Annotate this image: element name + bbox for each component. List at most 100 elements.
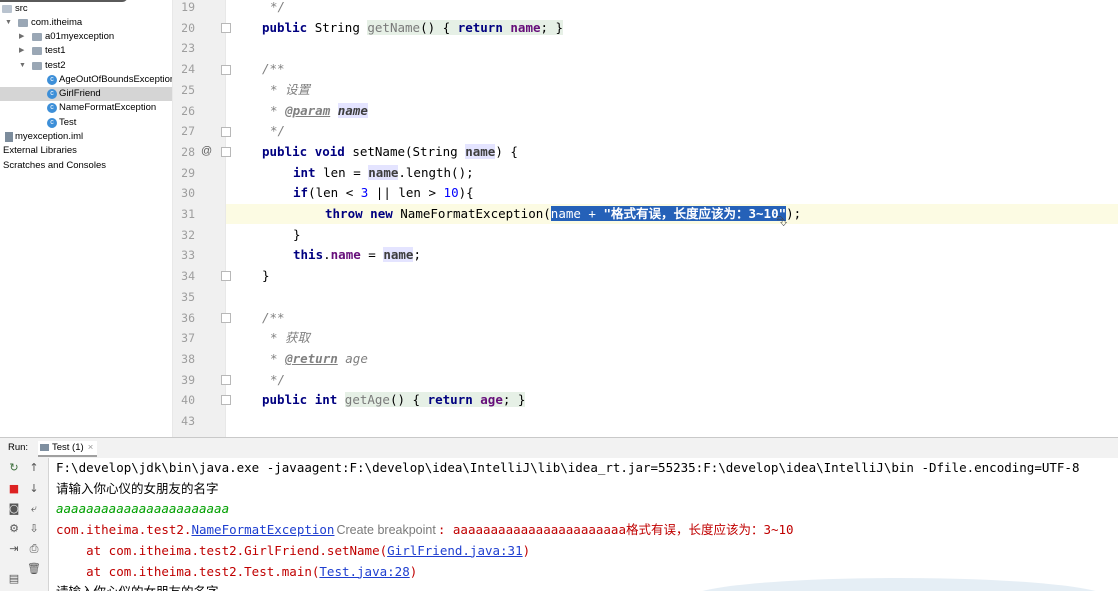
scroll-up-icon[interactable]: ↑ (27, 461, 41, 475)
stop-icon[interactable]: ■ (7, 482, 21, 496)
chevron-right-icon[interactable]: ▶ (19, 44, 24, 58)
tree-item-external-libraries[interactable]: External Libraries (0, 144, 172, 158)
keyword: int (314, 392, 338, 408)
tree-item-a01myexception[interactable]: ▶ a01myexception (0, 30, 172, 44)
javadoc-param: name (337, 102, 368, 118)
console-output[interactable]: F:\develop\jdk\bin\java.exe -javaagent:F… (49, 458, 1118, 591)
code-line-29: int len = name.length(); (293, 163, 474, 184)
print-icon[interactable]: ⎙ (27, 542, 41, 556)
fold-toggle-icon[interactable] (221, 313, 231, 323)
exception-message: : aaaaaaaaaaaaaaaaaaaaaaa格式有误，长度应该为：3~10 (437, 522, 794, 538)
console-user-input: aaaaaaaaaaaaaaaaaaaaaaa (56, 501, 230, 517)
keyword: new (370, 206, 393, 221)
tree-item-girlfriend[interactable]: c GirlFriend (0, 87, 172, 101)
exit-icon[interactable]: ⇥ (7, 542, 21, 556)
exception-class-link[interactable]: NameFormatException (191, 522, 334, 537)
code-line-25: * 设置 (270, 80, 310, 101)
fold-toggle-icon[interactable] (221, 65, 231, 75)
rerun-icon[interactable]: ↻ (7, 461, 21, 475)
code-punct: ; } (540, 19, 564, 35)
run-tab-test[interactable]: Test (1) × (38, 441, 98, 457)
line-number: 40 (181, 393, 195, 408)
code-text: ){ (458, 185, 474, 201)
fold-toggle-icon[interactable] (221, 127, 231, 137)
tree-item-scratches[interactable]: Scratches and Consoles (0, 159, 172, 173)
console-command-line: F:\develop\jdk\bin\java.exe -javaagent:F… (56, 460, 1080, 475)
field-name: name (330, 247, 361, 263)
code-punct: ; (413, 247, 421, 263)
scroll-down-icon[interactable]: ↓ (27, 482, 41, 496)
code-line-34: } (262, 266, 270, 287)
source-link[interactable]: Test.java:28 (319, 564, 409, 579)
code-text: len = (315, 164, 369, 180)
code-editor[interactable]: 19 20 23 24 25 26 27 28 29 30 31 32 33 3… (173, 0, 1118, 437)
fold-toggle-icon[interactable] (221, 23, 231, 33)
param-name: name (383, 247, 414, 263)
field-name: name (510, 19, 541, 35)
code-text: .length(); (398, 164, 474, 180)
type-name: String (314, 19, 360, 35)
camera-icon[interactable]: ◙ (7, 502, 21, 516)
line-number: 43 (181, 414, 195, 428)
tree-item-test1[interactable]: ▶ test1 (0, 44, 172, 58)
comment-text: * 获取 (270, 330, 311, 346)
line-number: 28 (181, 144, 195, 159)
source-link[interactable]: GirlFriend.java:31 (387, 543, 522, 558)
tree-item-test[interactable]: c Test (0, 116, 172, 130)
close-icon[interactable]: × (88, 442, 94, 453)
console-stack-frame: at com.itheima.test2.GirlFriend.setName(… (56, 541, 530, 562)
tree-item-myexception-iml[interactable]: myexception.iml (0, 130, 172, 144)
keyword: int (293, 164, 316, 180)
code-line-38: * @return age (270, 350, 368, 366)
folded-body[interactable]: () { (389, 392, 421, 408)
chevron-down-icon[interactable]: ▼ (19, 59, 26, 73)
code-line-24: /** (262, 59, 285, 80)
code-line-28: public void setName(String name) { (262, 142, 518, 163)
line-number: 27 (181, 124, 195, 139)
settings-icon[interactable]: ⚙ (7, 522, 21, 536)
fold-toggle-icon[interactable] (221, 271, 231, 281)
code-line-20: public String getName() { return name; } (262, 19, 564, 35)
override-marker-icon[interactable]: @ (201, 145, 212, 157)
fold-toggle-icon[interactable] (221, 395, 231, 405)
code-line-32: } (293, 225, 301, 246)
stack-frame-text: at com.itheima.test2.Test.main( (56, 563, 320, 579)
keyword: public (262, 143, 308, 159)
line-number: 24 (181, 62, 195, 77)
line-number: 32 (181, 227, 195, 242)
tree-item-nameformatexception[interactable]: c NameFormatException (0, 101, 172, 115)
string-literal: "格式有误，长度应该为：3~10" (603, 206, 787, 221)
fold-toggle-icon[interactable] (221, 375, 231, 385)
trash-icon[interactable]: 🗑 (27, 562, 41, 576)
chevron-down-icon[interactable]: ▼ (5, 16, 12, 30)
code-line-26: * @param name (270, 102, 368, 118)
stack-frame-text: ) (409, 563, 418, 579)
fold-toggle-icon[interactable] (221, 147, 231, 157)
tree-item-ageoutofboundsexception[interactable]: c AgeOutOfBoundsException (0, 73, 172, 87)
folder-icon (2, 5, 12, 13)
soft-wrap-icon[interactable]: ⤶ (27, 502, 41, 516)
comment-text: */ (270, 371, 286, 387)
tree-item-com-itheima[interactable]: ▼ com.itheima (0, 16, 172, 30)
method-signature: setName(String (352, 143, 466, 159)
mouse-cursor-icon: ⮷ (776, 214, 788, 230)
module-file-icon (5, 132, 13, 142)
comment-text: age (337, 350, 368, 366)
chevron-right-icon[interactable]: ▶ (19, 30, 24, 44)
text-selection[interactable]: name + "格式有误，长度应该为：3~10" (550, 206, 787, 221)
keyword: public (262, 392, 308, 408)
comment-text: /** (262, 61, 285, 77)
run-toolbar: ↻ ↑ ■ ↓ ◙ ⤶ ⚙ ⇩ ⇥ ⎙ 🗑 ▤ (0, 458, 49, 591)
tree-item-test2[interactable]: ▼ test2 (0, 59, 172, 73)
console-stack-frame: at com.itheima.test2.Test.main(Test.java… (56, 562, 417, 583)
scroll-to-end-icon[interactable]: ⇩ (27, 522, 41, 536)
comment-text: */ (270, 0, 286, 14)
run-panel-header: Run: Test (1) × (0, 437, 1118, 458)
tree-item-src[interactable]: src (0, 2, 172, 16)
create-breakpoint-hint[interactable]: Create breakpoint (336, 523, 435, 537)
package-icon (32, 62, 42, 70)
console-prompt: 请输入你心仪的女朋友的名字 (56, 480, 219, 496)
line-number: 35 (181, 289, 195, 304)
layout-icon[interactable]: ▤ (7, 572, 21, 586)
line-number: 29 (181, 165, 195, 180)
